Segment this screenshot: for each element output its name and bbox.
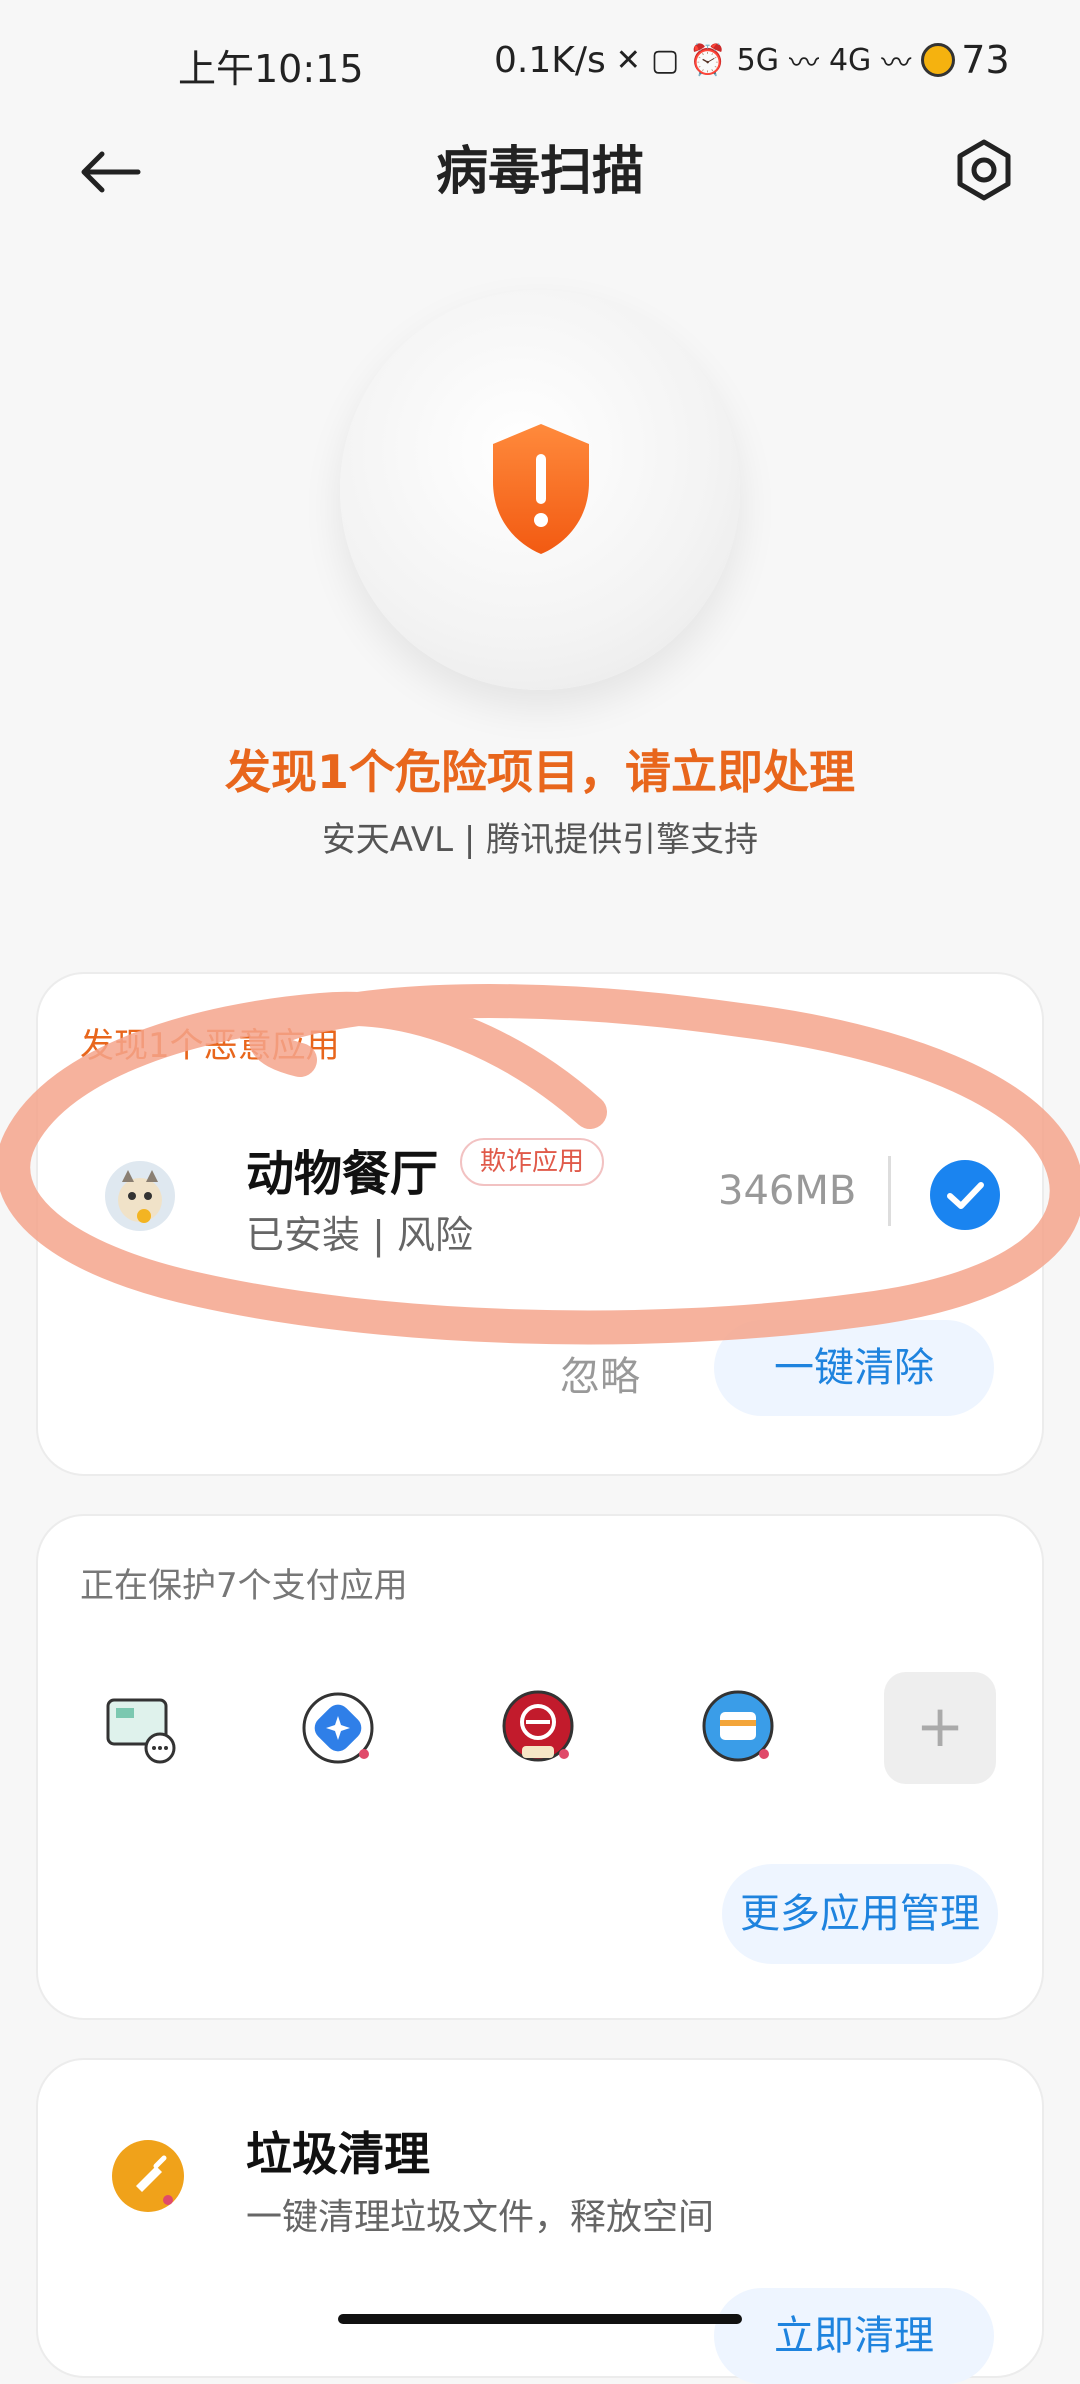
signal-4g-label: 4G [828, 42, 872, 78]
status-bar: 上午10:15 0.1K/s ✕ ▢ ⏰ 5G 〰 4G 〰 73 [0, 30, 1080, 94]
payment-card-heading: 正在保护7个支付应用 [80, 1566, 408, 1606]
home-indicator [338, 2314, 742, 2324]
fraud-tag-badge: 欺诈应用 [460, 1138, 605, 1186]
divider [888, 1156, 891, 1226]
warning-shield-icon [485, 420, 597, 560]
bluetooth-icon: ✕ [615, 42, 641, 78]
status-icons: 0.1K/s ✕ ▢ ⏰ 5G 〰 4G 〰 73 [494, 38, 1010, 82]
app-install-status: 已安装 | 风险 [246, 1213, 473, 1257]
add-payment-app-button[interactable]: + [884, 1672, 996, 1784]
app-icon[interactable] [104, 1160, 176, 1232]
more-app-management-button[interactable]: 更多应用管理 [722, 1864, 998, 1964]
network-speed: 0.1K/s [494, 39, 606, 81]
cat-app-icon [105, 1161, 175, 1231]
signal-icon-2: 〰 [881, 46, 912, 81]
signal-icon: 〰 [788, 46, 819, 81]
broom-icon [112, 2140, 184, 2212]
ignore-button[interactable]: 忽略 [560, 1344, 640, 1402]
alarm-icon: ⏰ [689, 42, 727, 78]
signal-5g-label: 5G [736, 42, 779, 78]
page-title: 病毒扫描 [435, 142, 644, 202]
payment-app-2-icon[interactable] [302, 1690, 378, 1766]
engine-credit: 安天AVL | 腾讯提供引擎支持 [321, 820, 759, 860]
battery-icon [921, 43, 956, 77]
app-size: 346MB [718, 1168, 857, 1214]
battery: 73 [921, 38, 1010, 82]
scan-result-title: 发现1个危险项目，请立即处理 [224, 745, 855, 799]
junk-cleanup-subtitle: 一键清理垃圾文件，释放空间 [246, 2197, 715, 2238]
checkmark-icon [947, 1182, 984, 1209]
payment-app-3-icon[interactable] [502, 1690, 578, 1766]
nfc-icon: ▢ [650, 42, 680, 78]
status-time: 上午10:15 [178, 47, 364, 91]
payment-app-4-icon[interactable] [702, 1690, 778, 1766]
junk-cleanup-title: 垃圾清理 [246, 2127, 430, 2181]
gear-icon [957, 139, 1011, 201]
select-app-checkbox[interactable] [930, 1160, 1000, 1230]
app-name: 动物餐厅 [246, 1146, 439, 1202]
settings-button[interactable] [952, 138, 1016, 202]
battery-level: 73 [961, 38, 1010, 82]
payment-app-1-icon[interactable] [104, 1690, 180, 1766]
one-click-clean-button[interactable]: 一键清除 [714, 1320, 994, 1416]
clean-now-button[interactable]: 立即清理 [714, 2288, 994, 2384]
malware-card-heading: 发现1个恶意应用 [80, 1026, 340, 1066]
